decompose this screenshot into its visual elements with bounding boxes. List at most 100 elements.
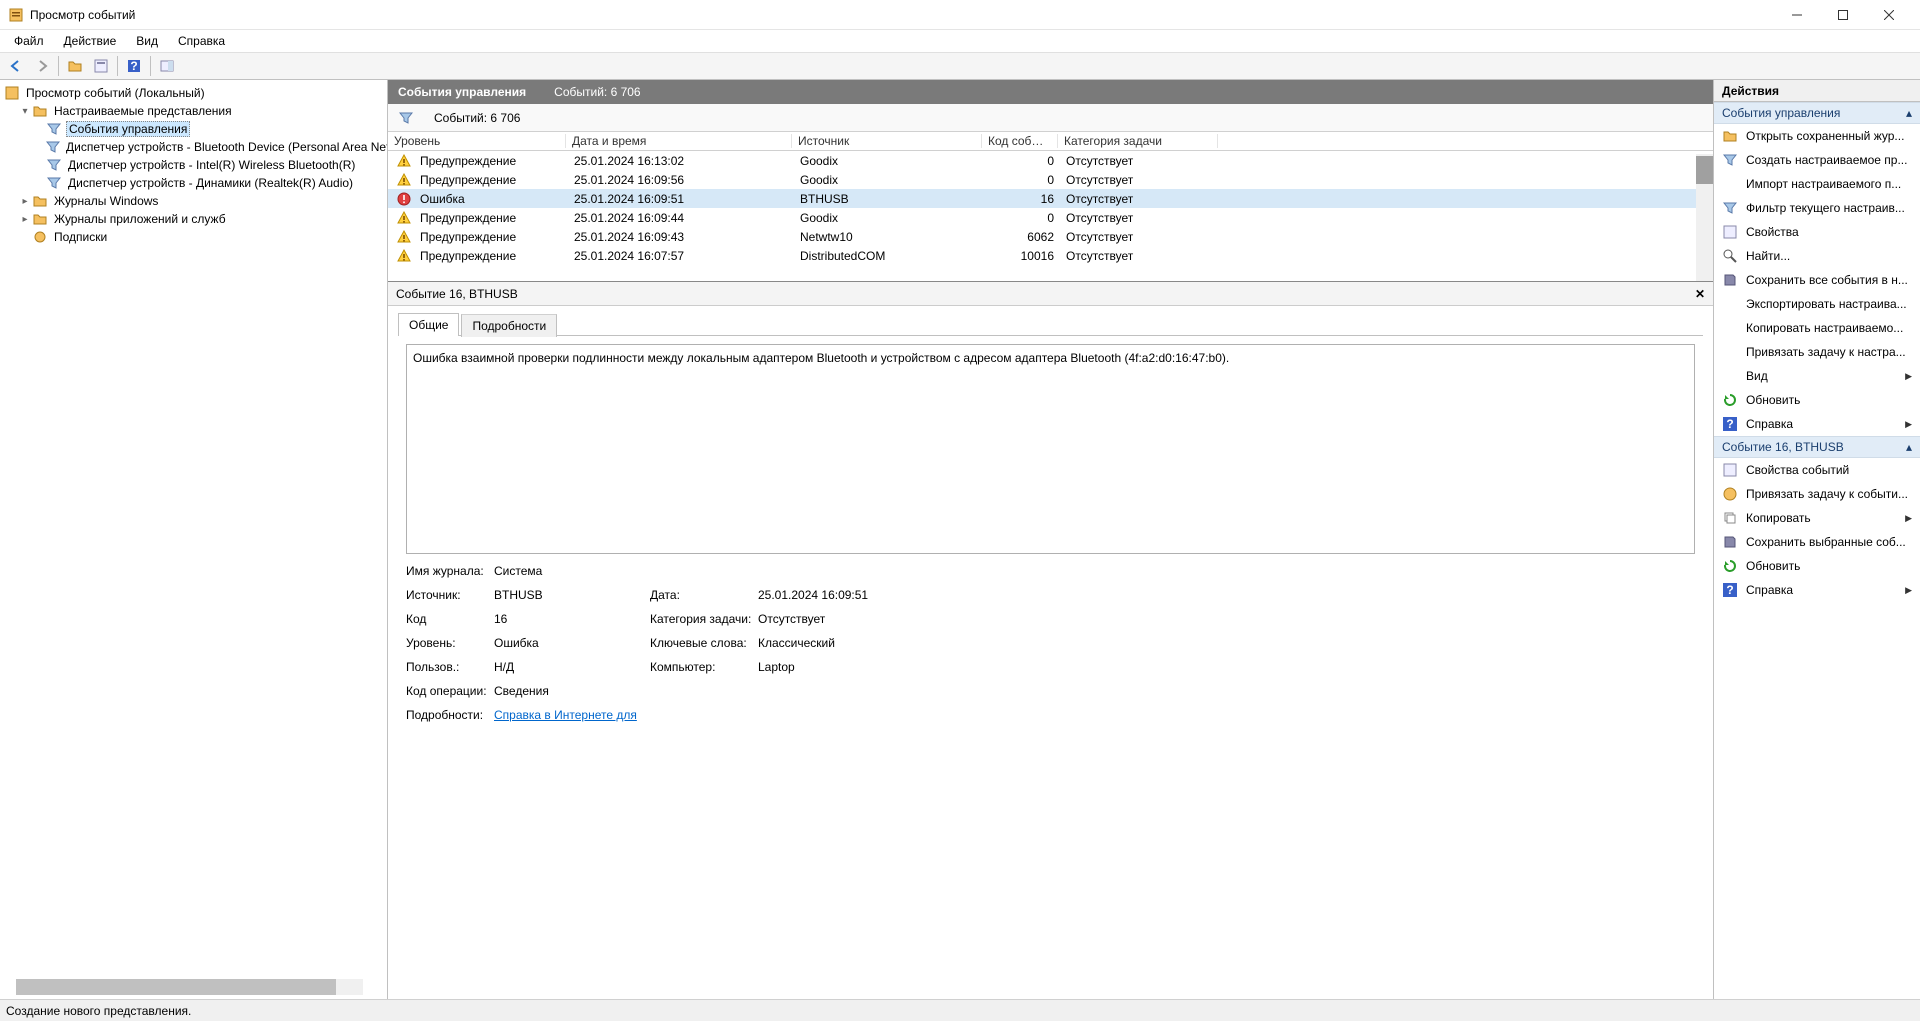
help-icon: ? <box>1722 582 1738 598</box>
menu-file[interactable]: Файл <box>4 32 54 50</box>
toolbar-help-button[interactable]: ? <box>122 54 146 78</box>
col-date[interactable]: Дата и время <box>566 134 792 148</box>
collapse-icon[interactable]: ▴ <box>1906 106 1912 120</box>
action-find[interactable]: Найти... <box>1714 244 1920 268</box>
detail-title: Событие 16, BTHUSB <box>396 287 518 301</box>
close-icon[interactable]: ✕ <box>1695 287 1705 301</box>
menu-view[interactable]: Вид <box>126 32 168 50</box>
tree-mgmt-events[interactable]: События управления <box>0 120 387 138</box>
prop-code-val: 16 <box>494 612 650 626</box>
folder-icon <box>1722 128 1738 144</box>
copy-icon <box>1722 510 1738 526</box>
minimize-button[interactable] <box>1774 0 1820 30</box>
action-evt-props[interactable]: Свойства событий <box>1714 458 1920 482</box>
action-create-view[interactable]: Создать настраиваемое пр... <box>1714 148 1920 172</box>
action-save-selected[interactable]: Сохранить выбранные соб... <box>1714 530 1920 554</box>
col-level[interactable]: Уровень <box>388 134 566 148</box>
action-refresh[interactable]: Обновить <box>1714 388 1920 412</box>
prop-more-link[interactable]: Справка в Интернете для <box>494 708 637 722</box>
toolbar-properties-button[interactable] <box>89 54 113 78</box>
tree-custom-views[interactable]: ▾ Настраиваемые представления <box>0 102 387 120</box>
filter-icon <box>398 110 414 126</box>
grid-header[interactable]: Уровень Дата и время Источник Код событи… <box>388 132 1713 151</box>
prop-lvl-val: Ошибка <box>494 636 650 650</box>
center-pane: События управления Событий: 6 706 Событи… <box>388 80 1714 999</box>
scrollbar-thumb[interactable] <box>16 979 336 995</box>
tree-label: Диспетчер устройств - Intel(R) Wireless … <box>66 158 357 172</box>
detail-tabs: Общие Подробности <box>388 306 1713 335</box>
folder-icon <box>32 103 48 119</box>
tree-root[interactable]: Просмотр событий (Локальный) <box>0 84 387 102</box>
action-help2[interactable]: ?Справка▶ <box>1714 578 1920 602</box>
action-export-view[interactable]: Экспортировать настраива... <box>1714 292 1920 316</box>
svg-text:?: ? <box>130 59 137 73</box>
tree-dm-bluetooth[interactable]: Диспетчер устройств - Bluetooth Device (… <box>0 138 387 156</box>
tab-details[interactable]: Подробности <box>461 314 557 337</box>
refresh-icon <box>1722 558 1738 574</box>
actions-section-view[interactable]: События управления ▴ <box>1714 102 1920 124</box>
cell-level: Предупреждение <box>390 153 568 169</box>
nav-forward-button[interactable] <box>30 54 54 78</box>
tree-scrollbar[interactable] <box>16 979 363 995</box>
prop-kw-val: Классический <box>758 636 1000 650</box>
action-properties[interactable]: Свойства <box>1714 220 1920 244</box>
col-category[interactable]: Категория задачи <box>1058 134 1218 148</box>
col-code[interactable]: Код события <box>982 134 1058 148</box>
actions-pane: Действия События управления ▴ Открыть со… <box>1714 80 1920 999</box>
toolbar-panel-button[interactable] <box>155 54 179 78</box>
table-row[interactable]: Предупреждение25.01.2024 16:09:56Goodix0… <box>388 170 1713 189</box>
action-attach-task-view[interactable]: Привязать задачу к настра... <box>1714 340 1920 364</box>
cell-category: Отсутствует <box>1060 192 1220 206</box>
table-row[interactable]: Предупреждение25.01.2024 16:09:44Goodix0… <box>388 208 1713 227</box>
tree-win-logs[interactable]: ▸ Журналы Windows <box>0 192 387 210</box>
table-row[interactable]: Предупреждение25.01.2024 16:07:57Distrib… <box>388 246 1713 265</box>
action-refresh2[interactable]: Обновить <box>1714 554 1920 578</box>
table-row[interactable]: Предупреждение25.01.2024 16:13:02Goodix0… <box>388 151 1713 170</box>
menu-help[interactable]: Справка <box>168 32 235 50</box>
table-row[interactable]: Ошибка25.01.2024 16:09:51BTHUSB16Отсутст… <box>388 189 1713 208</box>
action-open-saved[interactable]: Открыть сохраненный жур... <box>1714 124 1920 148</box>
action-copy-view[interactable]: Копировать настраиваемо... <box>1714 316 1920 340</box>
menubar: Файл Действие Вид Справка <box>0 30 1920 52</box>
nav-back-button[interactable] <box>4 54 28 78</box>
action-save-all[interactable]: Сохранить все события в н... <box>1714 268 1920 292</box>
action-filter-view[interactable]: Фильтр текущего настраив... <box>1714 196 1920 220</box>
save-icon <box>1722 534 1738 550</box>
tree[interactable]: Просмотр событий (Локальный) ▾ Настраива… <box>0 80 387 999</box>
action-help[interactable]: ?Справка▶ <box>1714 412 1920 436</box>
action-view[interactable]: Вид▶ <box>1714 364 1920 388</box>
actions-section-event[interactable]: Событие 16, BTHUSB ▴ <box>1714 436 1920 458</box>
cell-source: BTHUSB <box>794 192 984 206</box>
expander-icon[interactable]: ▸ <box>18 196 32 207</box>
action-attach-task-evt[interactable]: Привязать задачу к событи... <box>1714 482 1920 506</box>
toolbar-folder-button[interactable] <box>63 54 87 78</box>
cell-source: Goodix <box>794 211 984 225</box>
tree-app-logs[interactable]: ▸ Журналы приложений и служб <box>0 210 387 228</box>
center-header: События управления Событий: 6 706 <box>388 80 1713 104</box>
collapse-icon[interactable]: ▴ <box>1906 440 1912 454</box>
expander-icon[interactable]: ▸ <box>18 214 32 225</box>
expander-icon[interactable]: ▾ <box>18 106 32 117</box>
grid-scrollbar[interactable] <box>1696 154 1713 281</box>
maximize-button[interactable] <box>1820 0 1866 30</box>
filter-row: Событий: 6 706 <box>388 104 1713 132</box>
cell-code: 0 <box>984 211 1060 225</box>
eventviewer-icon <box>4 85 20 101</box>
scrollbar-thumb[interactable] <box>1696 156 1713 184</box>
actions-header: Действия <box>1714 80 1920 102</box>
close-button[interactable] <box>1866 0 1912 30</box>
filter-count: Событий: 6 706 <box>434 111 520 125</box>
action-import-view[interactable]: Импорт настраиваемого п... <box>1714 172 1920 196</box>
statusbar: Создание нового представления. <box>0 999 1920 1021</box>
task-icon <box>1722 344 1738 360</box>
action-copy[interactable]: Копировать▶ <box>1714 506 1920 530</box>
tab-general[interactable]: Общие <box>398 313 459 336</box>
tree-subs[interactable]: Подписки <box>0 228 387 246</box>
tree-dm-wlan[interactable]: Диспетчер устройств - Intel(R) Wireless … <box>0 156 387 174</box>
menu-action[interactable]: Действие <box>54 32 127 50</box>
table-row[interactable]: Предупреждение25.01.2024 16:09:43Netwtw1… <box>388 227 1713 246</box>
tree-dm-audio[interactable]: Диспетчер устройств - Динамики (Realtek(… <box>0 174 387 192</box>
cell-level: Предупреждение <box>390 248 568 264</box>
col-source[interactable]: Источник <box>792 134 982 148</box>
cell-date: 25.01.2024 16:09:51 <box>568 192 794 206</box>
